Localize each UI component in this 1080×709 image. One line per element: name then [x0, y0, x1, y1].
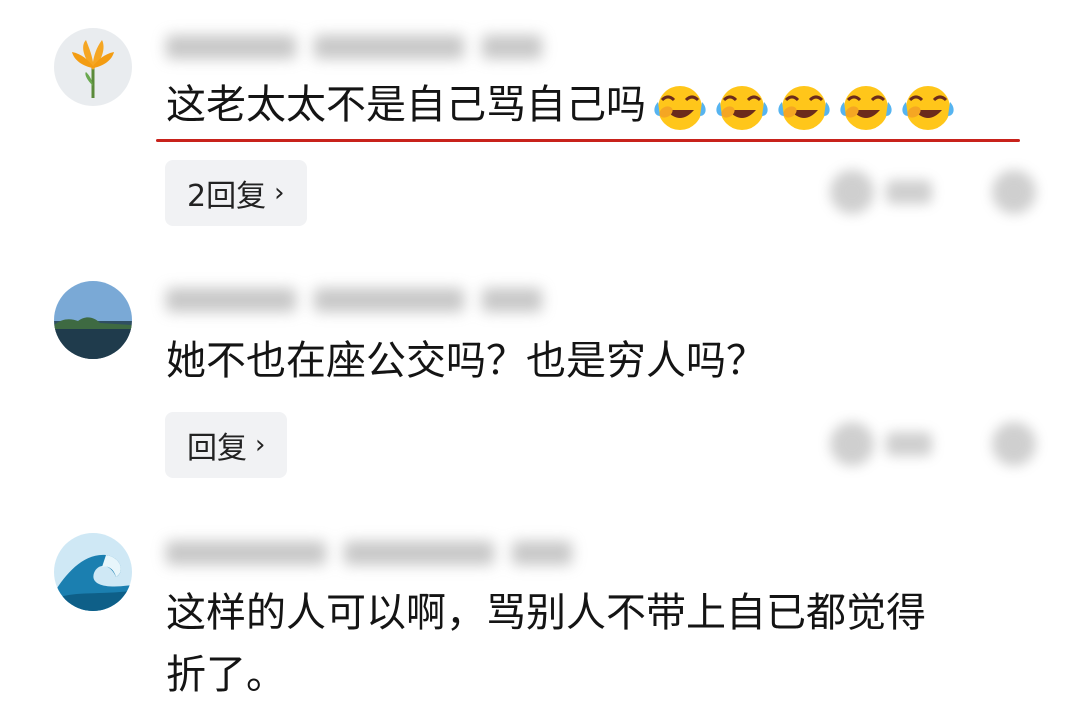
avatar[interactable]: [54, 533, 132, 611]
comment-meta-blurred: [166, 538, 572, 568]
comment-text: 这样的人可以啊，骂别人不带上自已都觉得 折了。: [166, 590, 926, 698]
comment-item-3: 这样的人可以啊，骂别人不带上自已都觉得 折了。: [0, 0, 1080, 709]
